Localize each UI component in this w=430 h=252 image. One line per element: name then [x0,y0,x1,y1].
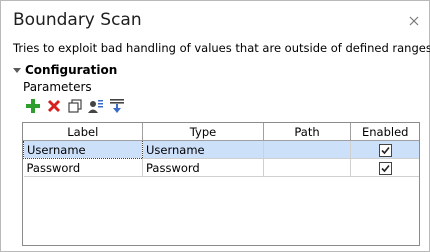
table-row[interactable]: Username Username [23,140,419,159]
column-header-path[interactable]: Path [263,123,351,141]
cell-label[interactable]: Password [23,158,143,177]
grid-header-row: Label Type Path Enabled [23,123,419,141]
table-row[interactable]: Password Password [23,158,419,177]
checkmark-icon [381,146,390,154]
cell-type[interactable]: Username [142,140,264,159]
column-header-enabled[interactable]: Enabled [350,123,419,141]
parameters-toolbar [25,97,125,115]
cell-enabled[interactable] [350,140,419,159]
enabled-checkbox[interactable] [378,161,392,175]
cell-path[interactable] [263,158,351,177]
copy-button[interactable] [67,98,83,114]
cell-path[interactable] [263,140,351,159]
import-button[interactable] [109,98,125,114]
add-parameter-button[interactable] [88,98,104,114]
cell-enabled[interactable] [350,158,419,177]
collapse-triangle-icon[interactable] [13,67,21,73]
delete-button[interactable] [46,98,62,114]
parameters-label: Parameters [23,80,92,94]
parameters-grid[interactable]: Label Type Path Enabled Username Usernam… [22,122,420,246]
enabled-checkbox[interactable] [378,143,392,157]
cell-type[interactable]: Password [142,158,264,177]
column-header-type[interactable]: Type [142,123,264,141]
close-icon[interactable] [408,12,420,26]
copy-icon [68,99,82,113]
panel-description: Tries to exploit bad handling of values … [13,41,430,55]
add-icon [26,99,40,113]
configuration-section-header[interactable]: Configuration [13,63,117,77]
cell-label[interactable]: Username [23,140,143,159]
import-icon [110,99,124,113]
section-label: Configuration [25,63,118,77]
delete-icon [47,99,61,113]
add-button[interactable] [25,98,41,114]
checkmark-icon [381,164,390,172]
boundary-scan-panel: Boundary Scan Tries to exploit bad handl… [0,0,430,252]
panel-title: Boundary Scan [13,10,142,30]
column-header-label[interactable]: Label [23,123,143,141]
add-parameter-icon [88,100,103,113]
